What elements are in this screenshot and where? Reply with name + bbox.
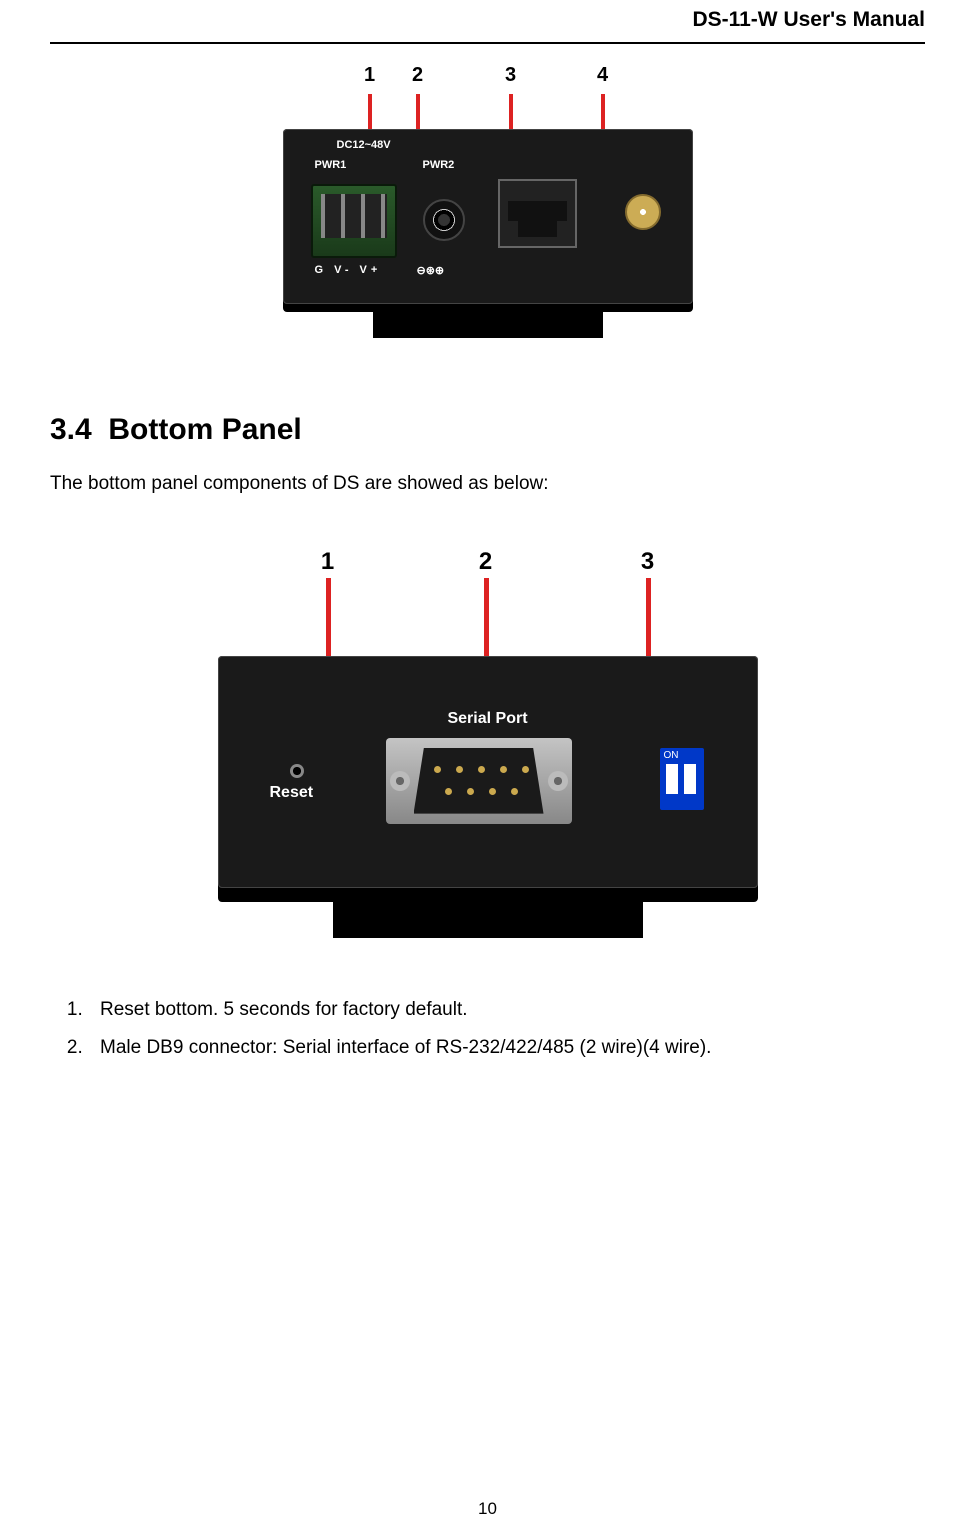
page-header: DS-11-W User's Manual — [50, 0, 925, 42]
serial-port-label: Serial Port — [447, 710, 527, 728]
callout-2: 2 — [412, 64, 423, 87]
reset-button-icon — [290, 764, 304, 778]
terminal-block-icon — [311, 184, 397, 258]
db9-screw-icon — [390, 771, 410, 791]
reset-label: Reset — [270, 784, 314, 802]
section-number: 3.4 — [50, 413, 92, 446]
device-bottom-view: Serial Port Reset — [218, 656, 758, 888]
ethernet-port-icon — [498, 179, 577, 248]
component-list: Reset bottom. 5 seconds for factory defa… — [50, 991, 925, 1067]
antenna-connector-icon — [625, 194, 661, 230]
leader-line — [416, 94, 420, 132]
dip-switch-icon — [660, 748, 704, 810]
device-base — [333, 888, 643, 938]
figure-bottom-panel: 1 2 3 Serial Port Reset — [50, 518, 925, 951]
voltage-label: DC12~48V — [337, 139, 391, 151]
callout-3: 3 — [505, 64, 516, 87]
pwr2-label: PWR2 — [423, 159, 455, 171]
list-item: Male DB9 connector: Serial interface of … — [88, 1029, 925, 1067]
device-top-view: DC12~48V PWR1 PWR2 G V- V+ ⊖⊛⊕ — [283, 129, 693, 304]
section-heading: 3.4 Bottom Panel — [50, 413, 925, 447]
list-item: Reset bottom. 5 seconds for factory defa… — [88, 991, 925, 1029]
callout-b2: 2 — [479, 548, 492, 576]
device-base — [373, 304, 603, 338]
pwr1-label: PWR1 — [315, 159, 347, 171]
db9-connector-icon — [386, 738, 572, 824]
leader-line — [368, 94, 372, 132]
callout-1: 1 — [364, 64, 375, 87]
pin-labels: G V- V+ — [315, 264, 382, 276]
section-intro: The bottom panel components of DS are sh… — [50, 471, 925, 498]
callout-b3: 3 — [641, 548, 654, 576]
header-rule — [50, 42, 925, 44]
callout-b1: 1 — [321, 548, 334, 576]
leader-line — [509, 94, 513, 132]
polarity-label: ⊖⊛⊕ — [417, 264, 445, 277]
callout-4: 4 — [597, 64, 608, 87]
section-title: Bottom Panel — [108, 413, 301, 446]
page-number: 10 — [0, 1499, 975, 1519]
db9-screw-icon — [548, 771, 568, 791]
figure-top-panel: 1 2 3 4 DC12~48V PWR1 PWR2 G V- V+ ⊖⊛⊕ — [50, 64, 925, 343]
dc-jack-icon — [423, 199, 465, 241]
leader-line — [601, 94, 605, 132]
